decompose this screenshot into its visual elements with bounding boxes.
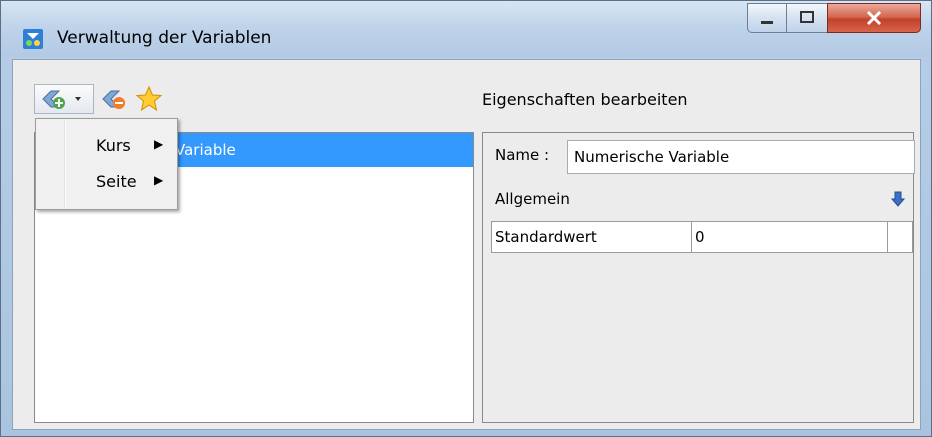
name-input[interactable] <box>567 140 915 174</box>
title-bar[interactable]: Verwaltung der Variablen <box>1 1 931 57</box>
menu-item-kurs[interactable]: Kurs ▶ <box>66 131 176 161</box>
properties-title: Eigenschaften bearbeiten <box>482 90 688 109</box>
add-variable-icon <box>42 90 81 109</box>
maximize-button[interactable] <box>786 3 828 33</box>
add-variable-dropdown-button[interactable] <box>34 84 94 114</box>
down-arrow-icon[interactable] <box>891 191 905 207</box>
submenu-arrow-icon: ▶ <box>154 137 164 151</box>
menu-item-label: Kurs <box>96 136 131 155</box>
group-label: Allgemein <box>495 190 570 208</box>
name-label: Name : <box>495 146 550 164</box>
add-variable-menu: Kurs ▶ Seite ▶ <box>35 118 178 210</box>
delete-variable-button[interactable] <box>99 84 129 114</box>
minimize-button[interactable] <box>747 3 787 33</box>
close-button[interactable] <box>827 3 921 33</box>
window-title: Verwaltung der Variablen <box>57 28 272 48</box>
properties-table: Standardwert 0 <box>491 221 913 253</box>
delete-variable-icon <box>102 90 125 109</box>
property-value-field[interactable]: 0 <box>692 222 888 252</box>
minimize-icon <box>761 21 773 24</box>
window-content: Variable Kurs ▶ Seite ▶ Eigenschaften be… <box>12 59 921 430</box>
property-key: Standardwert <box>492 222 692 252</box>
submenu-arrow-icon: ▶ <box>154 173 164 187</box>
variable-app-icon <box>23 29 43 49</box>
favorite-button[interactable] <box>134 84 164 114</box>
property-edit-button[interactable] <box>888 222 912 252</box>
list-item-label: Variable <box>175 141 236 159</box>
menu-item-label: Seite <box>96 172 137 191</box>
variable-manager-window: Verwaltung der Variablen Variable Kurs ▶… <box>0 0 932 437</box>
properties-panel: Name : Allgemein Standardwert 0 <box>482 132 915 423</box>
favorite-star-icon <box>135 85 163 112</box>
close-icon <box>866 10 882 26</box>
maximize-icon <box>800 11 814 23</box>
menu-item-seite[interactable]: Seite ▶ <box>66 167 176 197</box>
